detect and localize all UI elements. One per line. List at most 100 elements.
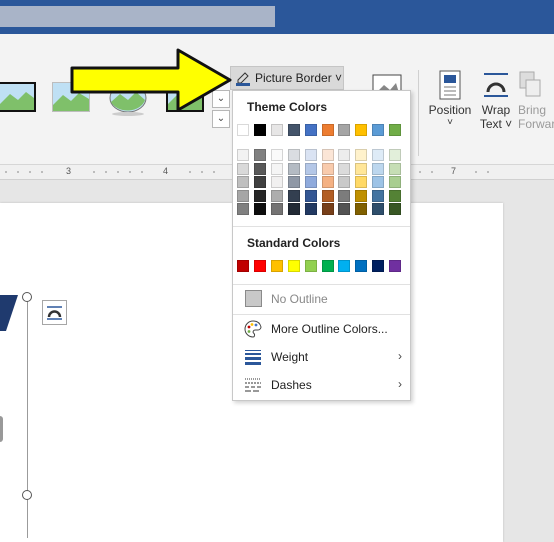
theme-shade-swatch[interactable] — [237, 189, 249, 202]
theme-shade-swatch[interactable] — [304, 149, 317, 161]
position-chevron: ˅ — [447, 117, 453, 128]
search-box[interactable] — [0, 6, 275, 27]
theme-shade-swatch[interactable] — [372, 203, 385, 215]
theme-colors-header: Theme Colors — [247, 100, 328, 114]
theme-shade-swatch[interactable] — [389, 189, 402, 202]
theme-shade-swatch[interactable] — [338, 189, 351, 202]
theme-color-swatch[interactable] — [287, 124, 300, 136]
theme-shade-swatch[interactable] — [270, 189, 283, 202]
standard-color-swatch[interactable] — [389, 260, 402, 272]
theme-shade-swatch[interactable] — [253, 189, 266, 202]
resize-handle[interactable] — [22, 292, 32, 302]
theme-shade-swatch[interactable] — [304, 189, 317, 202]
theme-shade-swatch[interactable] — [372, 149, 385, 161]
picture-border-dropdown: Theme Colors Standard Colors No Outline … — [232, 90, 411, 401]
theme-shade-swatch[interactable] — [355, 189, 368, 202]
standard-color-swatch[interactable] — [372, 260, 385, 272]
theme-shade-swatch[interactable] — [270, 162, 283, 175]
theme-color-swatch[interactable] — [304, 124, 317, 136]
theme-shade-swatch[interactable] — [287, 203, 300, 215]
standard-color-swatch[interactable] — [287, 260, 300, 272]
dashes-item[interactable]: Dashes › — [233, 373, 410, 397]
theme-shade-swatch[interactable] — [237, 176, 249, 188]
bring-sub-label: Forward — [518, 117, 554, 131]
theme-color-swatch[interactable] — [389, 124, 402, 136]
theme-shade-swatch[interactable] — [304, 203, 317, 215]
theme-shade-swatch[interactable] — [304, 176, 317, 188]
menu-separator — [233, 314, 410, 315]
theme-shade-swatch[interactable] — [321, 162, 334, 175]
picture-style-thumb[interactable] — [0, 82, 36, 112]
chevron-right-icon: › — [398, 377, 402, 391]
group-divider — [418, 70, 419, 156]
theme-shade-swatch[interactable] — [253, 149, 266, 161]
theme-color-swatch[interactable] — [270, 124, 283, 136]
bring-forward-icon — [519, 71, 541, 97]
theme-shade-swatch[interactable] — [287, 176, 300, 188]
theme-color-swatch[interactable] — [372, 124, 385, 136]
theme-shade-swatch[interactable] — [355, 203, 368, 215]
wrap-text-icon — [484, 73, 508, 97]
standard-color-swatch[interactable] — [355, 260, 368, 272]
resize-handle[interactable] — [22, 490, 32, 500]
theme-shade-swatch[interactable] — [287, 189, 300, 202]
bring-label: Bring — [518, 103, 547, 117]
theme-shade-swatch[interactable] — [304, 162, 317, 175]
standard-color-swatch[interactable] — [270, 260, 283, 272]
theme-shade-swatch[interactable] — [253, 203, 266, 215]
theme-shade-swatch[interactable] — [338, 149, 351, 161]
theme-shade-swatch[interactable] — [389, 176, 402, 188]
wrap-label: Wrap — [481, 103, 511, 117]
bring-forward-button[interactable]: Bring Forward — [518, 70, 554, 131]
picture-fragment[interactable] — [0, 295, 20, 331]
theme-shade-swatch[interactable] — [355, 149, 368, 161]
theme-shade-swatch[interactable] — [270, 203, 283, 215]
more-outline-colors-item[interactable]: More Outline Colors... — [233, 317, 410, 341]
standard-color-swatch[interactable] — [253, 260, 266, 272]
theme-shade-swatch[interactable] — [237, 162, 249, 175]
theme-shade-swatch[interactable] — [321, 176, 334, 188]
menu-separator — [233, 226, 410, 227]
theme-shade-swatch[interactable] — [389, 162, 402, 175]
theme-shade-swatch[interactable] — [270, 149, 283, 161]
standard-color-swatch[interactable] — [237, 260, 249, 272]
theme-shade-swatch[interactable] — [321, 149, 334, 161]
theme-shade-swatch[interactable] — [372, 176, 385, 188]
position-button[interactable]: Position ˅ — [426, 70, 474, 128]
theme-shade-swatch[interactable] — [237, 203, 249, 215]
theme-shade-swatch[interactable] — [355, 162, 368, 175]
layout-options-button[interactable] — [42, 300, 67, 325]
theme-shade-swatch[interactable] — [338, 203, 351, 215]
theme-shade-swatch[interactable] — [270, 176, 283, 188]
theme-color-swatch[interactable] — [321, 124, 334, 136]
theme-shade-swatch[interactable] — [253, 162, 266, 175]
theme-shade-swatch[interactable] — [287, 162, 300, 175]
standard-color-swatch[interactable] — [338, 260, 351, 272]
theme-color-swatch[interactable] — [237, 124, 249, 136]
theme-shade-swatch[interactable] — [355, 176, 368, 188]
dashes-label: Dashes — [271, 378, 312, 392]
theme-shade-swatch[interactable] — [389, 149, 402, 161]
theme-shade-swatch[interactable] — [338, 176, 351, 188]
more-outline-colors-label: More Outline Colors... — [271, 322, 388, 336]
theme-shade-swatch[interactable] — [237, 149, 249, 161]
theme-shade-swatch[interactable] — [372, 189, 385, 202]
selection-border — [27, 298, 28, 538]
picture-border-button[interactable]: Picture Border ˅ — [230, 66, 344, 90]
wrap-text-button[interactable]: Wrap Text ˅ — [476, 70, 516, 131]
no-outline-icon — [245, 290, 262, 307]
theme-shade-swatch[interactable] — [321, 189, 334, 202]
theme-shade-swatch[interactable] — [321, 203, 334, 215]
theme-color-swatch[interactable] — [338, 124, 351, 136]
standard-color-swatch[interactable] — [304, 260, 317, 272]
theme-color-swatch[interactable] — [253, 124, 266, 136]
theme-shade-swatch[interactable] — [253, 176, 266, 188]
standard-color-swatch[interactable] — [321, 260, 334, 272]
theme-shade-swatch[interactable] — [338, 162, 351, 175]
no-outline-item[interactable]: No Outline — [233, 287, 410, 311]
weight-item[interactable]: Weight › — [233, 345, 410, 369]
theme-shade-swatch[interactable] — [389, 203, 402, 215]
theme-shade-swatch[interactable] — [372, 162, 385, 175]
theme-color-swatch[interactable] — [355, 124, 368, 136]
theme-shade-swatch[interactable] — [287, 149, 300, 161]
